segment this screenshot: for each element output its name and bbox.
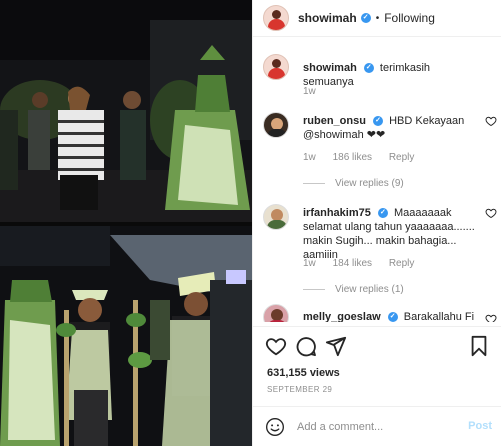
like-comment-heart-icon[interactable] — [485, 115, 497, 127]
comment-meta: 1w — [303, 86, 330, 97]
add-comment-bar: Post — [253, 406, 501, 446]
verified-badge-icon: ✓ — [377, 208, 388, 219]
post-date: SEPTEMBER 29 — [267, 385, 333, 394]
comment-likes[interactable]: 186 likes — [333, 152, 372, 163]
separator-dot: • — [375, 12, 380, 24]
verified-badge-icon: ✓ — [363, 63, 374, 74]
verified-badge-icon: ✓ — [387, 312, 398, 322]
comment-meta: 1w 184 likes Reply — [303, 258, 428, 269]
heart-icon[interactable] — [265, 335, 287, 357]
comment-text: ruben_onsu ✓ HBD Kekayaan @showimah ❤❤ — [303, 114, 481, 142]
comment-username[interactable]: melly_goeslaw — [303, 311, 381, 322]
post-detail-panel: showimah ✓ • Following showimah ✓ terimk… — [252, 0, 501, 446]
header-username[interactable]: showimah — [298, 11, 357, 25]
avatar[interactable] — [263, 204, 289, 230]
following-button[interactable]: Following — [384, 11, 435, 25]
comment-username[interactable]: irfanhakim75 — [303, 207, 371, 219]
comments-list[interactable]: showimah ✓ terimkasih semuanya 1w ruben_… — [253, 38, 501, 322]
avatar[interactable] — [263, 304, 289, 322]
view-replies-label: View replies (9) — [335, 178, 404, 189]
comment-text: melly_goeslaw ✓ Barakallahu Fi — [303, 310, 481, 322]
post-actions: 631,155 views SEPTEMBER 29 — [253, 326, 501, 406]
comment-time: 1w — [303, 258, 316, 269]
comment-body: Barakallahu Fi — [403, 311, 475, 322]
avatar[interactable] — [263, 5, 289, 31]
replies-divider — [303, 183, 325, 184]
view-replies-button[interactable]: View replies (1) — [303, 284, 404, 295]
view-count[interactable]: 631,155 views — [267, 367, 340, 379]
comment-username[interactable]: showimah — [303, 62, 357, 74]
reply-button[interactable]: Reply — [389, 152, 415, 163]
view-replies-label: View replies (1) — [335, 284, 404, 295]
avatar[interactable] — [263, 112, 289, 138]
comment-icon[interactable] — [295, 335, 317, 357]
bookmark-icon[interactable] — [468, 335, 490, 357]
verified-badge-icon: ✓ — [360, 13, 371, 23]
comment-input[interactable] — [297, 417, 457, 437]
comment-likes[interactable]: 184 likes — [333, 258, 372, 269]
comment-meta: 1w 186 likes Reply — [303, 152, 428, 163]
comment-time: 1w — [303, 152, 316, 163]
post-header: showimah ✓ • Following — [253, 0, 501, 37]
post-media[interactable] — [0, 0, 252, 446]
like-comment-heart-icon[interactable] — [485, 313, 497, 322]
post-button[interactable]: Post — [468, 420, 492, 432]
avatar[interactable] — [263, 54, 289, 80]
comment-time: 1w — [303, 86, 316, 97]
comment-username[interactable]: ruben_onsu — [303, 115, 366, 127]
post-image — [0, 0, 252, 446]
verified-badge-icon: ✓ — [373, 116, 384, 127]
view-replies-button[interactable]: View replies (9) — [303, 178, 404, 189]
reply-button[interactable]: Reply — [389, 258, 415, 269]
like-comment-heart-icon[interactable] — [485, 207, 497, 219]
replies-divider — [303, 289, 325, 290]
share-icon[interactable] — [325, 335, 347, 357]
comment-text: showimah ✓ terimkasih semuanya — [303, 61, 481, 89]
emoji-icon[interactable] — [265, 417, 285, 437]
comment-text: irfanhakim75 ✓ Maaaaaaak selamat ulang t… — [303, 206, 481, 262]
